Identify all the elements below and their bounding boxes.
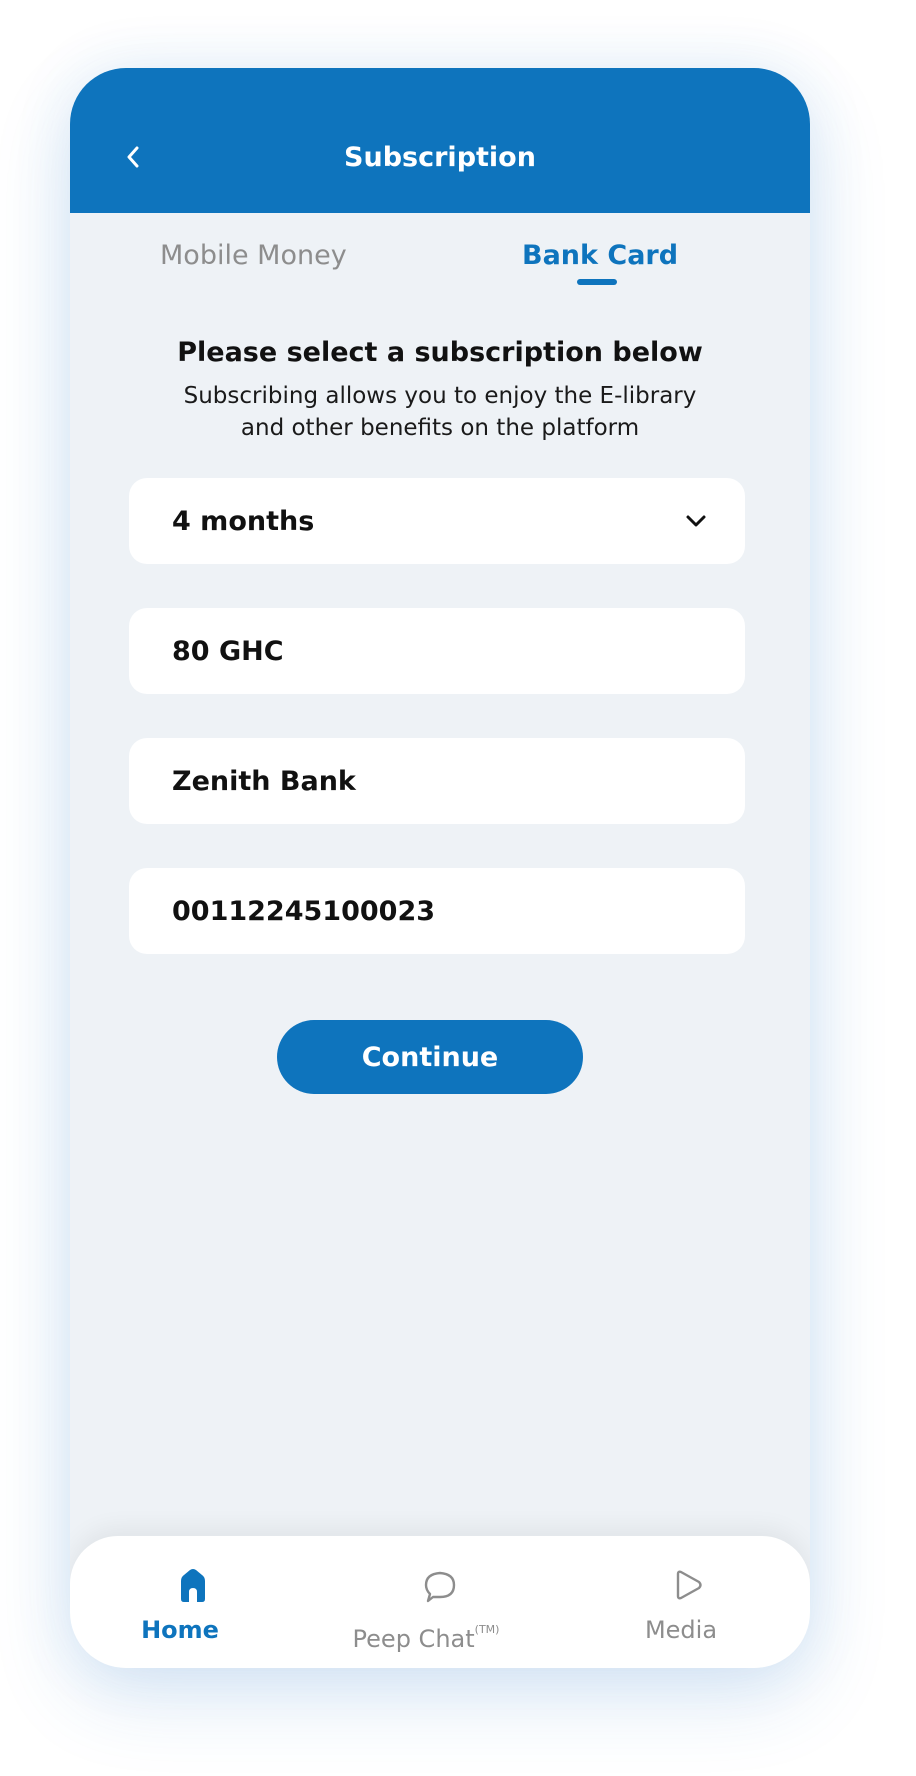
chevron-down-icon	[686, 515, 706, 527]
nav-item-peep-chat[interactable]: Peep Chat(TM)	[317, 1536, 563, 1668]
trademark-mark: (TM)	[474, 1623, 500, 1636]
section-description: Subscribing allows you to enjoy the E-li…	[183, 383, 697, 441]
screen: Subscription Mobile Money Bank Card Plea…	[0, 0, 916, 1776]
bottom-navigation: Home Peep Chat(TM) Media	[70, 1536, 810, 1668]
app-header: Subscription	[70, 68, 810, 213]
amount-value: 80 GHC	[172, 635, 284, 667]
home-icon	[181, 1569, 205, 1602]
nav-label-home: Home	[141, 1616, 219, 1644]
bank-name-field[interactable]: Zenith Bank	[129, 738, 745, 824]
chat-bubble-icon	[424, 1571, 456, 1603]
continue-button[interactable]: Continue	[277, 1020, 583, 1094]
account-number-field[interactable]: 00112245100023	[129, 868, 745, 954]
section-heading: Please select a subscription below	[177, 337, 703, 368]
nav-label-media: Media	[644, 1616, 718, 1644]
subscription-duration-value: 4 months	[172, 505, 315, 537]
tab-bank-card[interactable]: Bank Card	[522, 239, 678, 273]
amount-field[interactable]: 80 GHC	[129, 608, 745, 694]
peep-chat-text: Peep Chat	[352, 1625, 475, 1653]
nav-item-media[interactable]: Media	[564, 1536, 810, 1668]
page-title: Subscription	[344, 142, 536, 173]
play-icon	[676, 1570, 702, 1600]
phone-frame: Subscription Mobile Money Bank Card Plea…	[70, 68, 810, 1668]
active-tab-indicator	[577, 279, 617, 285]
tab-mobile-money[interactable]: Mobile Money	[160, 239, 347, 273]
subscription-duration-select[interactable]: 4 months	[129, 478, 745, 564]
payment-tabs: Mobile Money Bank Card	[70, 213, 810, 293]
nav-label-peep-chat: Peep Chat(TM)	[303, 1615, 549, 1654]
nav-item-home[interactable]: Home	[70, 1536, 316, 1668]
account-number-value: 00112245100023	[172, 895, 436, 927]
bank-name-value: Zenith Bank	[172, 765, 356, 797]
